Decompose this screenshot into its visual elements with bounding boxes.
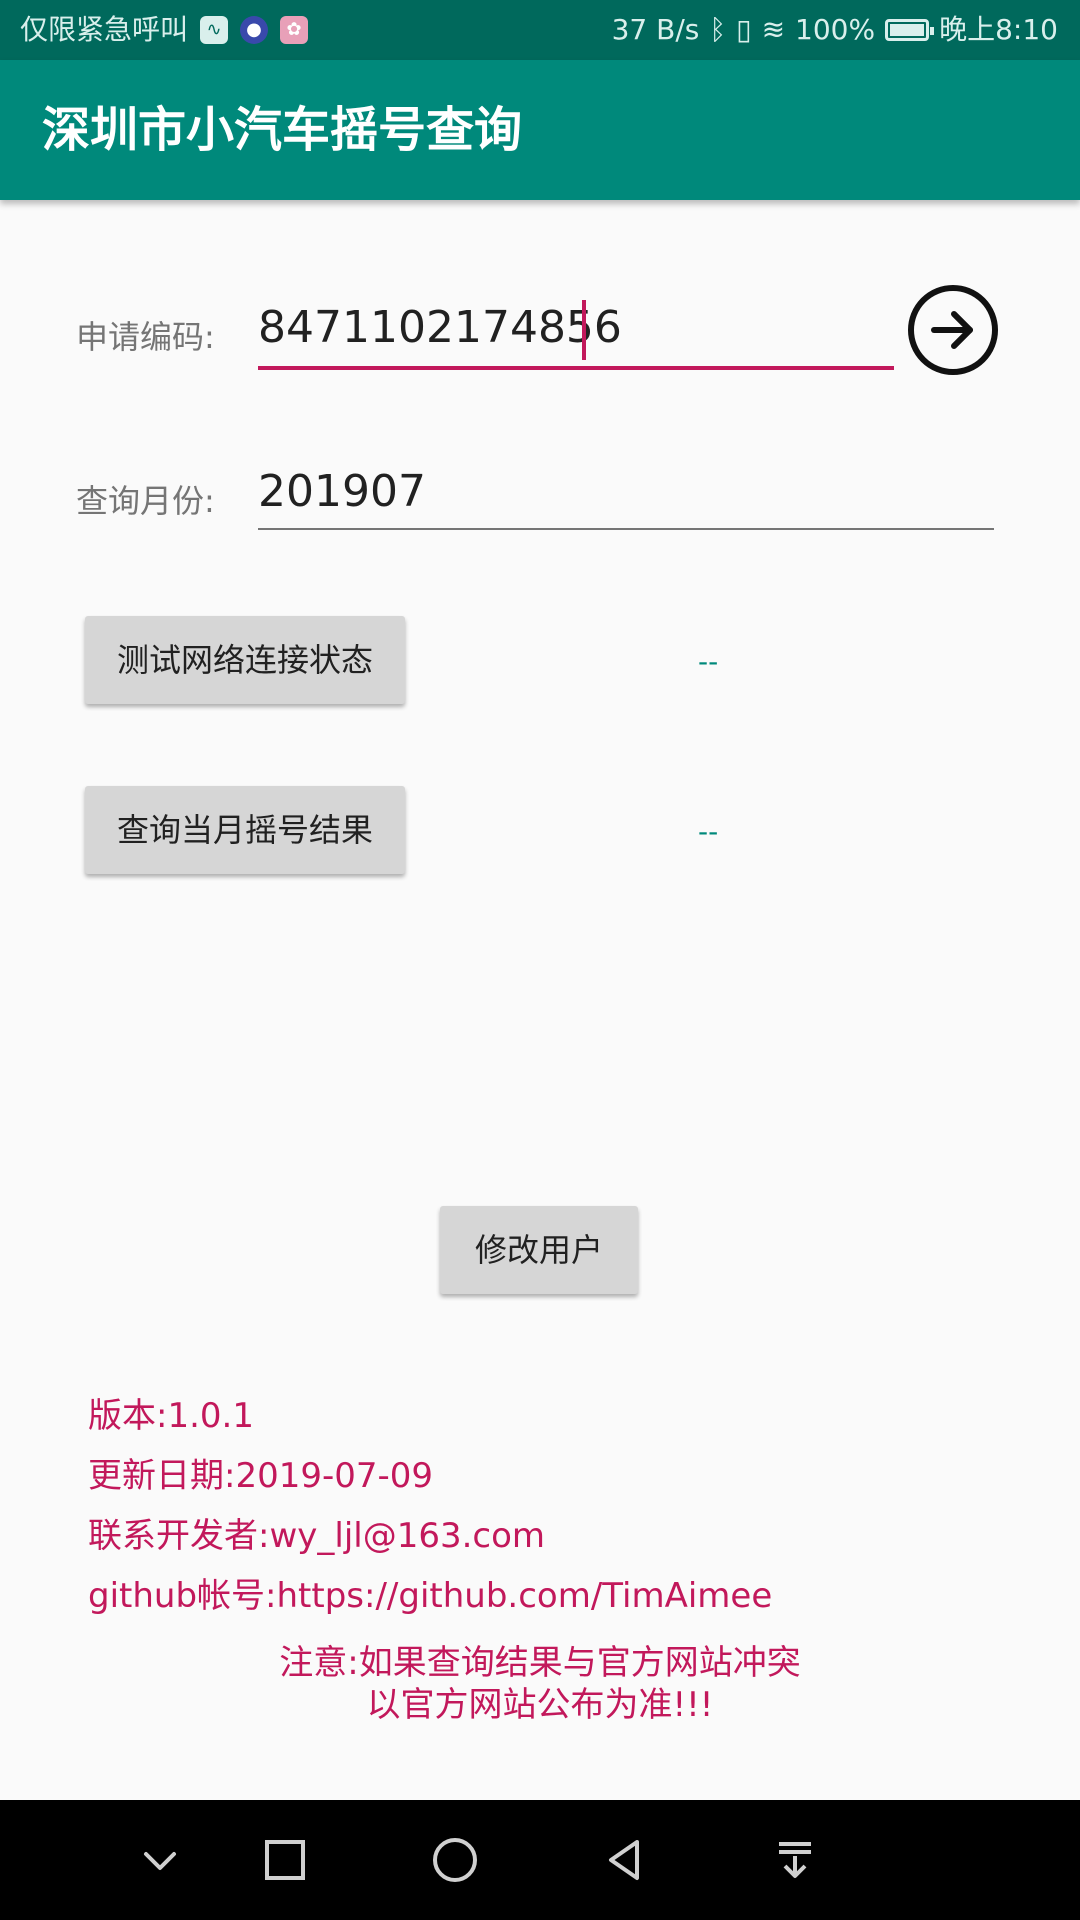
contact-text: 联系开发者:wy_ljl@163.com <box>88 1516 546 1556</box>
arrow-right-circle-icon <box>931 311 973 349</box>
download-icon[interactable] <box>765 1830 825 1890</box>
status-bar: 仅限紧急呼叫 ∿ ● ✿ 37 B/s ᛒ ▯ ≋ 100% 晚上8:10 <box>0 0 1080 60</box>
square-icon[interactable] <box>255 1830 315 1890</box>
test-network-button[interactable]: 测试网络连接状态 <box>85 616 405 704</box>
net-speed: 37 B/s <box>611 13 700 46</box>
go-button[interactable] <box>908 285 998 375</box>
network-status-text: -- <box>698 645 719 678</box>
query-result-button[interactable]: 查询当月摇号结果 <box>85 786 405 874</box>
battery-percent: 100% <box>795 13 876 46</box>
text-cursor <box>582 300 586 360</box>
app-bar: 深圳市小汽车摇号查询 <box>0 60 1080 200</box>
query-result-text: -- <box>698 815 719 848</box>
apply-code-label: 申请编码: <box>76 318 215 356</box>
apply-code-input[interactable]: 8471102174856 <box>258 302 622 353</box>
app-notification-icon: ● <box>240 16 269 44</box>
chevron-down-icon[interactable] <box>130 1830 190 1890</box>
version-text: 版本:1.0.1 <box>88 1396 254 1436</box>
modify-user-button[interactable]: 修改用户 <box>440 1206 638 1294</box>
bluetooth-icon: ᛒ <box>709 13 727 46</box>
query-month-label: 查询月份: <box>76 482 215 520</box>
github-text: github帐号:https://github.com/TimAimee <box>88 1576 773 1616</box>
gallery-notification-icon: ✿ <box>280 16 309 44</box>
triangle-back-icon[interactable] <box>595 1830 655 1890</box>
clock: 晚上8:10 <box>939 13 1058 46</box>
navigation-bar <box>0 1800 1080 1920</box>
query-month-input[interactable]: 201907 <box>258 466 426 517</box>
query-month-underline <box>258 528 994 530</box>
notice-line-2: 以官方网站公布为准!!! <box>366 1685 714 1725</box>
apply-code-underline <box>258 366 894 370</box>
carrier-text: 仅限紧急呼叫 <box>20 13 189 46</box>
battery-icon <box>885 19 935 41</box>
circle-icon[interactable] <box>425 1830 485 1890</box>
notice-line-1: 注意:如果查询结果与官方网站冲突 <box>279 1643 801 1683</box>
vibrate-icon: ▯ <box>736 13 752 46</box>
update-date-text: 更新日期:2019-07-09 <box>88 1456 434 1496</box>
app-title: 深圳市小汽车摇号查询 <box>42 102 523 158</box>
activity-icon: ∿ <box>200 16 229 44</box>
wifi-icon: ≋ <box>761 13 786 46</box>
